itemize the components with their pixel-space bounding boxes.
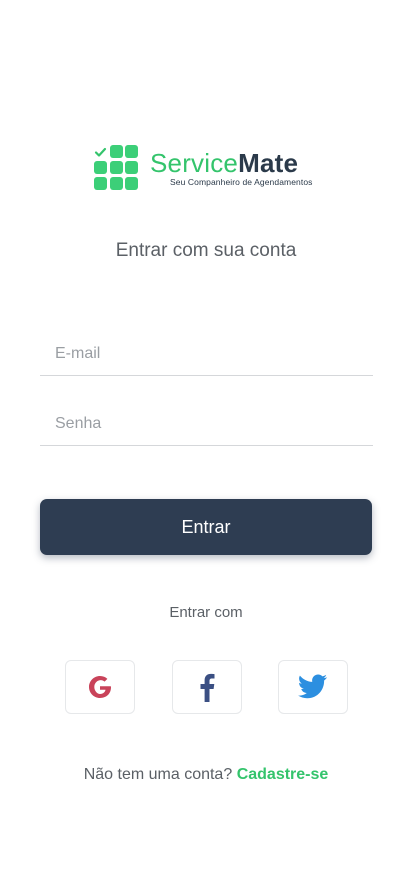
signup-link[interactable]: Cadastre-se bbox=[237, 766, 329, 783]
calendar-grid-icon bbox=[94, 145, 139, 190]
facebook-login-button[interactable] bbox=[172, 660, 242, 714]
page-title: Entrar com sua conta bbox=[115, 240, 297, 261]
brand-name: ServiceMate bbox=[150, 149, 313, 177]
password-field[interactable] bbox=[40, 403, 373, 445]
login-screen: ServiceMate Seu Companheiro de Agendamen… bbox=[0, 0, 412, 892]
twitter-login-button[interactable] bbox=[278, 660, 348, 714]
facebook-icon bbox=[200, 673, 215, 702]
brand-name-service: Service bbox=[150, 148, 239, 178]
brand-name-mate: Mate bbox=[238, 148, 299, 178]
twitter-icon bbox=[298, 674, 327, 699]
password-field-wrapper bbox=[40, 401, 373, 446]
signup-prompt: Não tem uma conta? Cadastre-se bbox=[0, 766, 412, 784]
checkmark-icon bbox=[94, 147, 107, 157]
email-field-wrapper bbox=[40, 331, 373, 376]
email-field[interactable] bbox=[40, 333, 373, 375]
app-logo: ServiceMate Seu Companheiro de Agendamen… bbox=[94, 145, 313, 190]
login-button[interactable]: Entrar bbox=[40, 499, 372, 555]
signup-prompt-text: Não tem uma conta? bbox=[83, 766, 233, 783]
social-login-label: Entrar com bbox=[169, 604, 243, 621]
google-icon bbox=[89, 676, 111, 698]
google-login-button[interactable] bbox=[65, 660, 135, 714]
brand-tagline: Seu Companheiro de Agendamentos bbox=[170, 177, 313, 187]
